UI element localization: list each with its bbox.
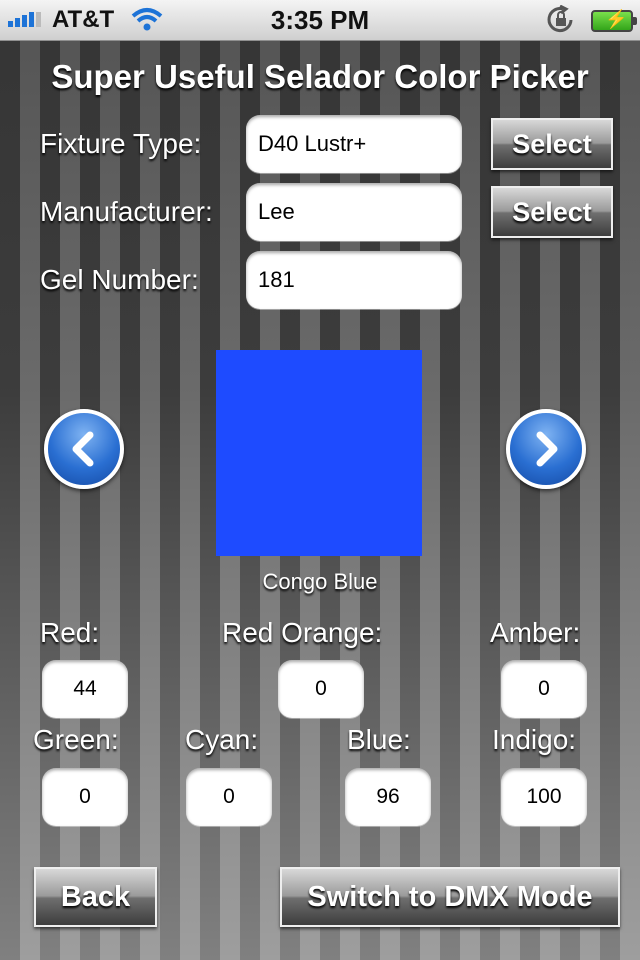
cyan-label: Cyan: (185, 724, 259, 755)
red-orange-field[interactable]: 0 (278, 660, 364, 718)
amber-field[interactable]: 0 (501, 660, 587, 718)
blue-label: Blue: (347, 724, 411, 755)
rotation-lock-icon (545, 4, 577, 42)
next-arrow-icon[interactable] (506, 409, 586, 489)
prev-arrow-icon[interactable] (44, 409, 124, 489)
battery-icon: ⚡ (591, 9, 637, 32)
indigo-label: Indigo: (492, 724, 577, 755)
manufacturer-select-button[interactable]: Select (491, 186, 613, 238)
red-label: Red: (40, 617, 100, 648)
color-name: Congo Blue (262, 569, 378, 594)
gel-number-field[interactable]: 181 (246, 251, 462, 309)
switch-dmx-mode-button[interactable]: Switch to DMX Mode (280, 867, 620, 927)
fixture-type-label: Fixture Type: (40, 128, 202, 159)
amber-label: Amber: (490, 617, 581, 648)
status-bar: AT&T 3:35 PM ⚡ (0, 0, 640, 41)
fixture-type-field[interactable]: D40 Lustr+ (246, 115, 462, 173)
manufacturer-label: Manufacturer: (40, 196, 213, 227)
back-button[interactable]: Back (34, 867, 157, 927)
fixture-select-button[interactable]: Select (491, 118, 613, 170)
red-field[interactable]: 44 (42, 660, 128, 718)
green-field[interactable]: 0 (42, 768, 128, 826)
cyan-field[interactable]: 0 (186, 768, 272, 826)
clock: 3:35 PM (270, 5, 370, 35)
blue-field[interactable]: 96 (345, 768, 431, 826)
red-orange-label: Red Orange: (222, 617, 383, 648)
manufacturer-field[interactable]: Lee (246, 183, 462, 241)
page-title: Super Useful Selador Color Picker (51, 58, 589, 95)
green-label: Green: (33, 724, 119, 755)
gel-number-label: Gel Number: (40, 264, 199, 295)
color-swatch (216, 350, 422, 556)
indigo-field[interactable]: 100 (501, 768, 587, 826)
